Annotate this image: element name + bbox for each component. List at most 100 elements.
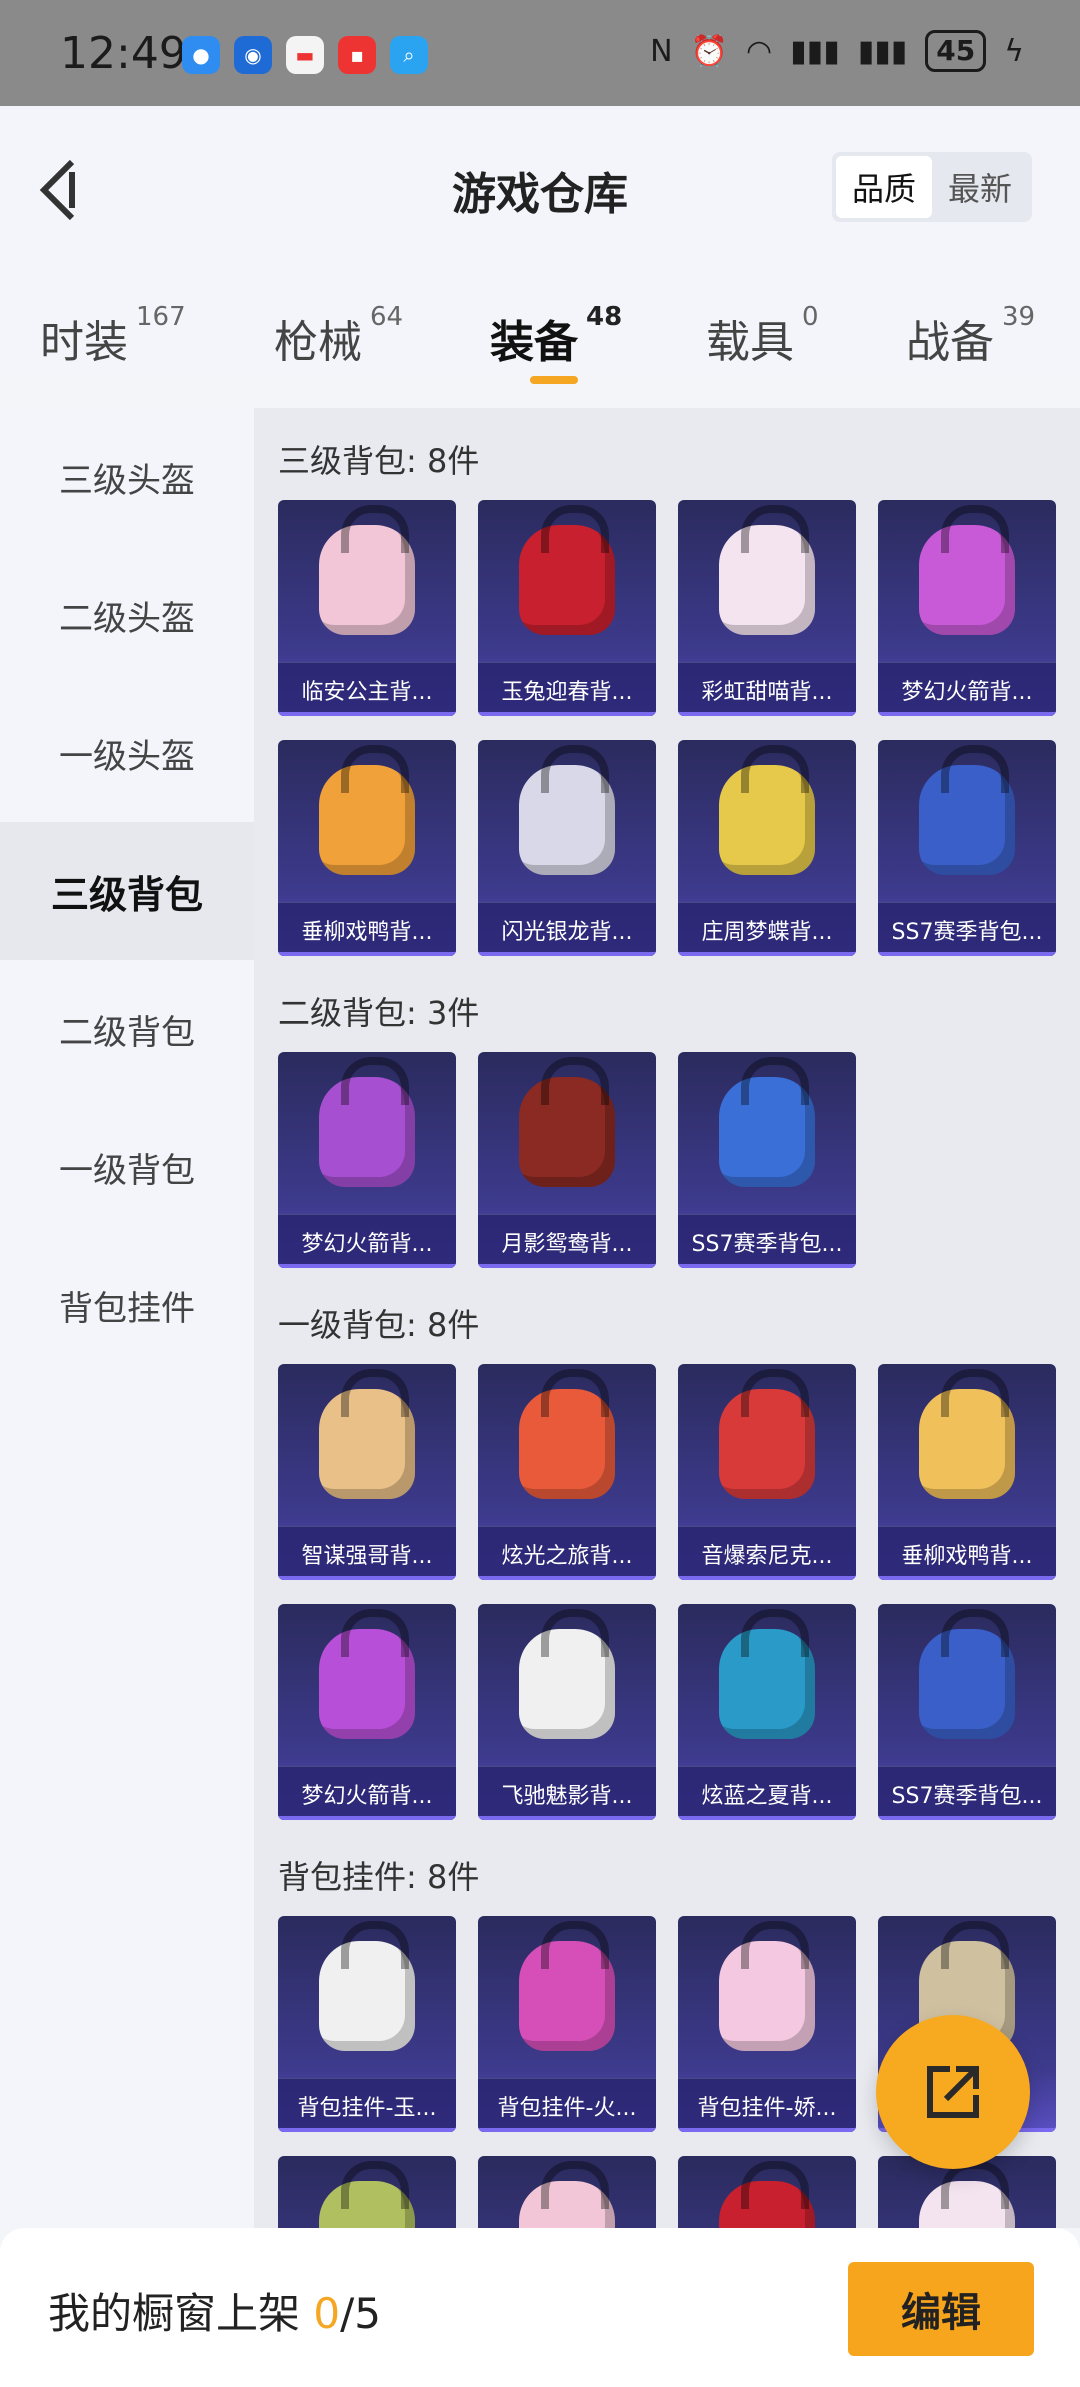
section-title: 背包挂件: 8件 <box>278 1858 480 1896</box>
sidebar-item-backpack-1[interactable]: 一级背包 <box>0 1098 254 1236</box>
item-image <box>478 740 656 900</box>
search-app-icon: ⌕ <box>390 36 428 74</box>
tab-equipment[interactable]: 装备 48 <box>490 302 622 370</box>
sidebar-item-pendants[interactable]: 背包挂件 <box>0 1236 254 1374</box>
item-name: SS7赛季背包... <box>878 902 1056 956</box>
sort-latest-button[interactable]: 最新 <box>932 156 1028 218</box>
signal-icon-2: ▮▮▮ <box>857 33 908 69</box>
item-card[interactable]: 彩虹甜喵背... <box>678 500 856 716</box>
tab-fashion[interactable]: 时装 167 <box>40 302 186 370</box>
active-tab-indicator <box>530 376 578 384</box>
item-card[interactable]: 梦幻火箭背... <box>278 1604 456 1820</box>
sidebar-item-helmet-1[interactable]: 一级头盔 <box>0 684 254 822</box>
item-card[interactable] <box>678 2156 856 2228</box>
edit-button[interactable]: 编辑 <box>848 2262 1034 2356</box>
sort-quality-button[interactable]: 品质 <box>836 156 932 218</box>
item-name: 梦幻火箭背... <box>878 662 1056 716</box>
item-card[interactable]: 背包挂件-玉... <box>278 1916 456 2132</box>
item-card[interactable]: 梦幻火箭背... <box>878 500 1056 716</box>
backpack-icon <box>319 1609 415 1739</box>
item-card[interactable]: 临安公主背... <box>278 500 456 716</box>
item-name: 垂柳戏鸭背... <box>878 1526 1056 1580</box>
item-card[interactable] <box>478 2156 656 2228</box>
sidebar-item-helmet-3[interactable]: 三级头盔 <box>0 408 254 546</box>
category-tabs: 时装 167 枪械 64 装备 48 载具 0 战备 39 <box>0 302 1080 376</box>
item-name: 背包挂件-玉... <box>278 2078 456 2132</box>
item-card[interactable]: 炫蓝之夏背... <box>678 1604 856 1820</box>
item-name: 彩虹甜喵背... <box>678 662 856 716</box>
item-image <box>278 1364 456 1524</box>
item-image <box>278 2156 456 2228</box>
item-image <box>678 500 856 660</box>
item-grid: 三级背包: 8件 二级背包: 3件 一级背包: 8件 背包挂件: 8件 临安公主… <box>254 408 1080 2228</box>
item-image <box>278 500 456 660</box>
item-name: 背包挂件-娇... <box>678 2078 856 2132</box>
item-card[interactable]: 庄周梦蝶背... <box>678 740 856 956</box>
item-card[interactable]: SS7赛季背包... <box>878 740 1056 956</box>
backpack-icon <box>719 1057 815 1187</box>
tab-guns[interactable]: 枪械 64 <box>274 302 403 370</box>
backpack-icon <box>719 505 815 635</box>
calendar-app-icon: ▬ <box>286 36 324 74</box>
item-image <box>478 1364 656 1524</box>
sidebar-item-helmet-2[interactable]: 二级头盔 <box>0 546 254 684</box>
item-image <box>478 1916 656 2076</box>
backpack-icon <box>519 2161 615 2228</box>
item-card[interactable]: 垂柳戏鸭背... <box>878 1364 1056 1580</box>
sidebar-item-backpack-3[interactable]: 三级背包 <box>0 822 254 960</box>
item-image <box>678 1916 856 2076</box>
nfc-icon: N <box>650 33 673 69</box>
item-card[interactable]: 音爆索尼克... <box>678 1364 856 1580</box>
item-card[interactable]: SS7赛季背包... <box>878 1604 1056 1820</box>
item-name: 炫光之旅背... <box>478 1526 656 1580</box>
item-image <box>478 500 656 660</box>
wifi-icon: ◠ <box>745 33 773 69</box>
item-card[interactable]: 垂柳戏鸭背... <box>278 740 456 956</box>
backpack-icon <box>319 1921 415 2051</box>
browser-app-icon: ◉ <box>234 36 272 74</box>
item-card[interactable]: 智谋强哥背... <box>278 1364 456 1580</box>
item-image <box>678 1604 856 1764</box>
item-card[interactable]: 背包挂件-娇... <box>678 1916 856 2132</box>
chat-app-icon: ● <box>182 36 220 74</box>
item-name: SS7赛季背包... <box>878 1766 1056 1820</box>
item-image <box>478 2156 656 2228</box>
item-image <box>478 1052 656 1212</box>
item-image <box>678 1052 856 1212</box>
battery-level: 45 <box>925 30 987 72</box>
backpack-icon <box>719 1921 815 2051</box>
item-name: SS7赛季背包... <box>678 1214 856 1268</box>
backpack-icon <box>319 2161 415 2228</box>
showcase-status: 我的橱窗上架 0/5 <box>48 2289 381 2338</box>
item-image <box>478 1604 656 1764</box>
backpack-icon <box>519 1609 615 1739</box>
tab-supplies[interactable]: 战备 39 <box>906 302 1035 370</box>
showcase-count: 0 <box>313 2289 341 2338</box>
share-icon <box>927 2066 979 2118</box>
item-card[interactable]: 玉兔迎春背... <box>478 500 656 716</box>
backpack-icon <box>519 505 615 635</box>
item-card[interactable]: SS7赛季背包... <box>678 1052 856 1268</box>
item-card[interactable]: 梦幻火箭背... <box>278 1052 456 1268</box>
share-button[interactable] <box>876 2015 1030 2169</box>
item-name: 梦幻火箭背... <box>278 1214 456 1268</box>
signal-icon: ▮▮▮ <box>790 33 840 69</box>
item-card[interactable] <box>278 2156 456 2228</box>
item-image <box>878 740 1056 900</box>
status-bar: 12:49 ● ◉ ▬ ▪ ⌕ N ⏰ ◠ ▮▮▮ ▮▮▮ 45 ϟ <box>0 0 1080 106</box>
item-card[interactable]: 飞驰魅影背... <box>478 1604 656 1820</box>
showcase-total: /5 <box>340 2289 381 2338</box>
backpack-icon <box>519 1921 615 2051</box>
item-image <box>278 1052 456 1212</box>
backpack-icon <box>719 2161 815 2228</box>
tab-vehicles[interactable]: 载具 0 <box>706 302 819 370</box>
item-image <box>678 2156 856 2228</box>
backpack-icon <box>919 1609 1015 1739</box>
item-card[interactable]: 炫光之旅背... <box>478 1364 656 1580</box>
item-card[interactable]: 月影鸳鸯背... <box>478 1052 656 1268</box>
backpack-icon <box>919 1369 1015 1499</box>
section-title: 一级背包: 8件 <box>278 1306 480 1344</box>
sidebar-item-backpack-2[interactable]: 二级背包 <box>0 960 254 1098</box>
item-card[interactable]: 背包挂件-火... <box>478 1916 656 2132</box>
item-card[interactable]: 闪光银龙背... <box>478 740 656 956</box>
